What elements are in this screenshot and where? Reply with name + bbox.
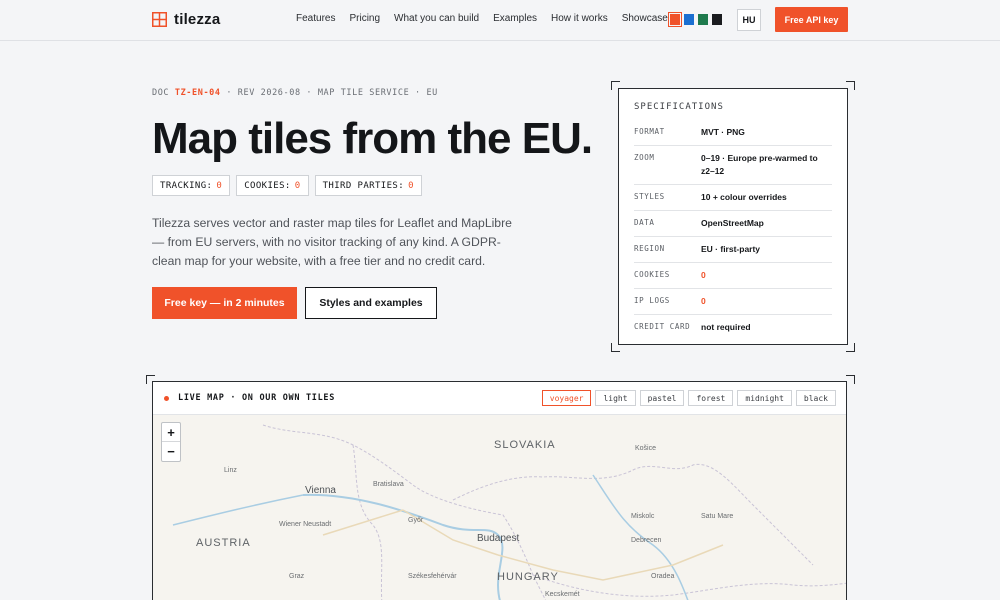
swatch-black[interactable] — [712, 14, 722, 25]
spec-row-data: DATA OpenStreetMap — [634, 211, 832, 237]
swatch-green[interactable] — [698, 14, 708, 25]
map-label: HUNGARY — [497, 571, 559, 583]
map-label: Vienna — [305, 485, 336, 496]
corner-mark — [846, 375, 855, 384]
style-voyager[interactable]: voyager — [541, 390, 592, 406]
swatch-orange[interactable] — [668, 12, 682, 27]
map-label: Bratislava — [373, 481, 404, 488]
style-pastel[interactable]: pastel — [639, 390, 685, 406]
nav-how-it-works[interactable]: How it works — [551, 13, 608, 24]
badge-cookies: COOKIES: 0 — [236, 175, 309, 196]
nav-what-you-can-build[interactable]: What you can build — [394, 13, 479, 24]
map-label: Oradea — [651, 573, 675, 580]
hero-description: Tilezza serves vector and raster map til… — [152, 216, 512, 268]
map-label: Miskolc — [631, 513, 655, 520]
spec-row-credit-card: CREDIT CARD not required — [634, 322, 751, 332]
map-label: Győr — [408, 517, 424, 524]
doc-meta: · REV 2026-08 · MAP TILE SERVICE · EU — [226, 88, 438, 98]
map-canvas[interactable]: + − SLOVAKIA AUSTRIA HUNGARY Vienna Buda… — [153, 415, 846, 600]
style-light[interactable]: light — [595, 390, 636, 406]
nav-examples[interactable]: Examples — [493, 13, 537, 24]
language-switch[interactable]: HU — [737, 9, 761, 31]
map-label: Satu Mare — [701, 513, 734, 520]
map-label: Debrecen — [631, 537, 662, 544]
map-label: AUSTRIA — [196, 537, 251, 549]
nav-features[interactable]: Features — [296, 13, 335, 24]
map-label: Kecskemét — [545, 591, 580, 598]
free-api-key-button[interactable]: Free API key — [775, 7, 848, 32]
doc-code: TZ-EN-04 — [174, 88, 221, 98]
map-label: Graz — [289, 573, 305, 580]
style-midnight[interactable]: midnight — [737, 390, 792, 406]
zoom-control: + − — [161, 422, 181, 462]
map-label: Wiener Neustadt — [279, 521, 332, 528]
brand-logo[interactable]: tilezza — [152, 11, 220, 28]
map-label: Košice — [635, 445, 657, 452]
spec-row-cookies: COOKIES 0 — [634, 263, 832, 289]
badge-tracking: TRACKING: 0 — [152, 175, 231, 196]
map-label: Budapest — [477, 533, 520, 544]
page-title: Map tiles from the EU. — [152, 114, 593, 163]
style-forest[interactable]: forest — [688, 390, 734, 406]
brand-name: tilezza — [174, 11, 221, 28]
spec-row-zoom: ZOOM 0–19 · Europe pre-warmed to z2–12 — [634, 146, 832, 185]
site-header: tilezza Features Pricing What you can bu… — [0, 0, 1000, 41]
doc-prefix: DOC — [152, 88, 170, 98]
live-indicator-dot — [164, 395, 169, 401]
nav-showcase[interactable]: Showcase — [622, 13, 668, 24]
spec-row-ip-logs: IP LOGS 0 — [634, 289, 832, 315]
spec-row-styles: STYLES 10 + colour overrides — [634, 185, 832, 211]
map-style-switcher: voyager light pastel forest midnight bla… — [541, 390, 836, 406]
badge-third-parties: THIRD PARTIES: 0 — [314, 175, 422, 196]
zoom-out-button[interactable]: − — [162, 442, 180, 461]
nav-pricing[interactable]: Pricing — [349, 13, 380, 24]
styles-examples-button[interactable]: Styles and examples — [305, 287, 437, 319]
live-map-panel: LIVE MAP · ON OUR OWN TILES voyager ligh… — [152, 381, 847, 600]
map-label: Székesfehérvár — [408, 573, 457, 580]
spec-row-region: REGION EU · first-party — [634, 237, 832, 263]
main-nav: Features Pricing What you can build Exam… — [296, 13, 682, 24]
color-swatch-picker — [668, 12, 722, 27]
specifications-card: SPECIFICATIONS FORMAT MVT · PNG ZOOM 0–19 … — [618, 88, 848, 345]
privacy-badges: TRACKING: 0 COOKIES: 0 THIRD PARTIES: 0 — [152, 175, 422, 196]
swatch-blue[interactable] — [684, 14, 694, 25]
spec-row-format: FORMAT MVT · PNG — [634, 120, 832, 146]
specifications-title: SPECIFICATIONS — [634, 102, 724, 112]
zoom-in-button[interactable]: + — [162, 423, 180, 442]
grid-logo-icon — [152, 12, 167, 27]
live-map-label: LIVE MAP · ON OUR OWN TILES — [178, 393, 336, 403]
map-toolbar: LIVE MAP · ON OUR OWN TILES voyager ligh… — [153, 382, 846, 415]
style-black[interactable]: black — [795, 390, 836, 406]
doc-reference: DOC TZ-EN-04 · REV 2026-08 · MAP TILE SE… — [152, 88, 438, 98]
free-key-button[interactable]: Free key — in 2 minutes — [152, 287, 297, 319]
map-label: SLOVAKIA — [494, 439, 556, 451]
map-label: Linz — [224, 467, 237, 474]
